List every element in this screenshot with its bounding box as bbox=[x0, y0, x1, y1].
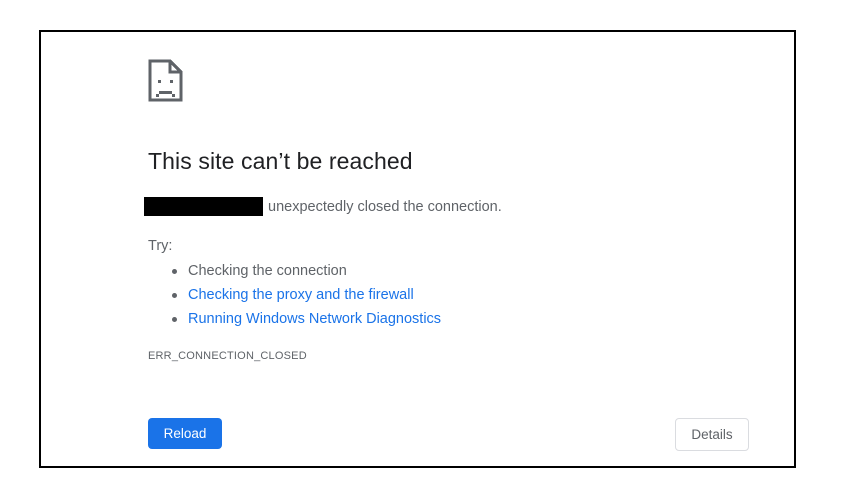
reload-button[interactable]: Reload bbox=[148, 418, 222, 449]
details-button[interactable]: Details bbox=[675, 418, 749, 451]
suggestion-text: Checking the connection bbox=[188, 263, 347, 279]
try-label: Try: bbox=[148, 238, 173, 254]
error-code: ERR_CONNECTION_CLOSED bbox=[148, 350, 307, 362]
network-diagnostics-link[interactable]: Running Windows Network Diagnostics bbox=[188, 311, 441, 327]
suggestion-check-connection: Checking the connection bbox=[148, 261, 441, 285]
proxy-firewall-link[interactable]: Checking the proxy and the firewall bbox=[188, 287, 414, 303]
page-title: This site can’t be reached bbox=[148, 148, 413, 174]
suggestion-check-proxy-firewall[interactable]: Checking the proxy and the firewall bbox=[148, 285, 441, 309]
redacted-hostname bbox=[144, 197, 263, 216]
sad-page-icon bbox=[148, 59, 184, 103]
error-page-frame: This site can’t be reached unexpectedly … bbox=[39, 30, 796, 468]
suggestions-list: Checking the connection Checking the pro… bbox=[148, 261, 441, 333]
suggestion-network-diagnostics[interactable]: Running Windows Network Diagnostics bbox=[148, 309, 441, 333]
error-description: unexpectedly closed the connection. bbox=[268, 199, 502, 215]
